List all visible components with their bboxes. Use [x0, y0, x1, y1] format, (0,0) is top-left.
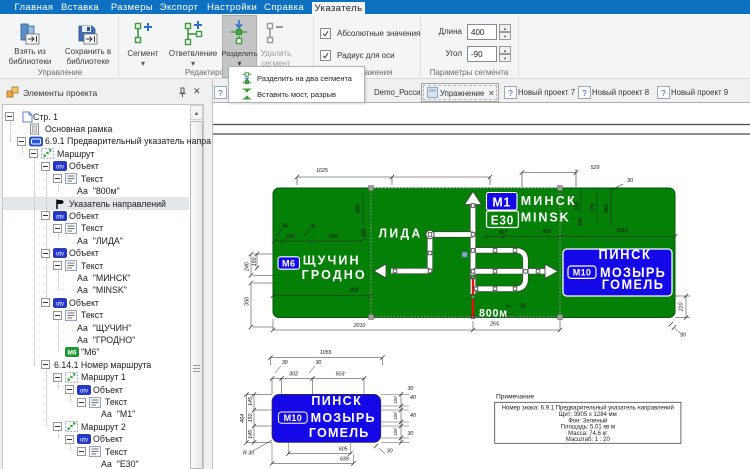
- svg-text:242: 242: [285, 234, 295, 240]
- svg-text:otv: otv: [56, 164, 64, 170]
- svg-text:Фон: Зеленый: Фон: Зеленый: [568, 417, 607, 424]
- svg-text:otv: otv: [80, 438, 88, 444]
- svg-text:otv: otv: [56, 214, 64, 220]
- svg-text:469: 469: [542, 229, 551, 235]
- svg-text:ГОМЕЛЬ: ГОМЕЛЬ: [602, 277, 665, 292]
- svg-text:30: 30: [310, 224, 316, 230]
- svg-text:464: 464: [240, 414, 246, 423]
- svg-text:357: 357: [498, 230, 508, 236]
- svg-text:100: 100: [361, 229, 367, 238]
- svg-text:МИНСК: МИНСК: [521, 193, 577, 208]
- svg-text:M1: M1: [492, 195, 511, 209]
- svg-text:605: 605: [339, 447, 348, 453]
- svg-text:100: 100: [393, 412, 398, 420]
- svg-text:Примечание: Примечание: [496, 394, 534, 401]
- svg-text:145: 145: [248, 430, 254, 439]
- svg-text:ПИНСК: ПИНСК: [311, 393, 362, 408]
- svg-text:100: 100: [578, 218, 584, 227]
- svg-text:40: 40: [410, 395, 416, 401]
- svg-text:30: 30: [387, 449, 393, 455]
- svg-text:М10: М10: [284, 413, 302, 423]
- svg-text:Площадь: 5.01 кв м: Площадь: 5.01 кв м: [561, 425, 615, 431]
- svg-text:otv: otv: [56, 251, 64, 257]
- svg-text:400: 400: [356, 205, 362, 214]
- svg-text:ГРОДНО: ГРОДНО: [302, 267, 367, 282]
- svg-text:30: 30: [680, 333, 686, 339]
- svg-text:Масштаб: 1 : 20: Масштаб: 1 : 20: [566, 437, 611, 443]
- svg-text:100: 100: [393, 396, 398, 404]
- svg-text:968: 968: [350, 288, 359, 294]
- svg-text:150: 150: [248, 414, 254, 423]
- svg-text:ГОМЕЛЬ: ГОМЕЛЬ: [309, 425, 370, 440]
- svg-text:Щит: 3905 x 1284 мм: Щит: 3905 x 1284 мм: [559, 412, 617, 418]
- svg-text:380: 380: [604, 205, 610, 214]
- svg-text:M6: M6: [67, 350, 76, 357]
- svg-text:Масса: 74.6 кг: Масса: 74.6 кг: [568, 431, 608, 437]
- svg-text:30: 30: [627, 178, 633, 184]
- svg-text:30: 30: [407, 386, 413, 392]
- svg-text:E30: E30: [491, 213, 514, 227]
- svg-text:30: 30: [407, 431, 413, 437]
- svg-text:М6: М6: [282, 258, 295, 268]
- svg-text:1055: 1055: [320, 350, 332, 356]
- svg-text:МОЗЫРЬ: МОЗЫРЬ: [311, 409, 376, 424]
- svg-text:otv: otv: [56, 301, 64, 307]
- svg-text:530: 530: [329, 234, 338, 240]
- svg-text:150: 150: [252, 257, 258, 266]
- svg-text:270: 270: [590, 204, 596, 214]
- svg-text:R 30: R 30: [243, 451, 254, 457]
- svg-text:Номер знака: 6.9.1 Предварител: Номер знака: 6.9.1 Предварительный указа…: [502, 405, 674, 412]
- svg-text:otv: otv: [80, 388, 88, 394]
- svg-text:529: 529: [591, 165, 600, 171]
- svg-text:503: 503: [336, 372, 345, 378]
- svg-text:ЩУЧИН: ЩУЧИН: [303, 252, 361, 267]
- svg-text:30: 30: [282, 224, 288, 230]
- svg-text:30: 30: [520, 304, 526, 310]
- svg-text:2010: 2010: [353, 323, 366, 329]
- svg-text:302: 302: [289, 372, 298, 378]
- svg-text:350: 350: [244, 297, 250, 306]
- svg-text:1025: 1025: [316, 168, 328, 174]
- svg-text:ПИНСК: ПИНСК: [599, 247, 652, 262]
- svg-text:М10: М10: [573, 267, 591, 277]
- svg-text:40: 40: [410, 413, 416, 419]
- svg-text:1010: 1010: [616, 228, 628, 234]
- svg-text:30: 30: [315, 360, 321, 366]
- svg-text:ЛИДА: ЛИДА: [379, 226, 423, 240]
- svg-text:210: 210: [678, 303, 684, 313]
- svg-text:30: 30: [282, 360, 288, 366]
- svg-text:800м: 800м: [479, 307, 508, 319]
- svg-text:639: 639: [340, 456, 349, 462]
- svg-text:145: 145: [248, 397, 254, 406]
- svg-text:240: 240: [244, 262, 250, 272]
- svg-text:265: 265: [489, 322, 499, 328]
- svg-text:MINSK: MINSK: [521, 209, 571, 224]
- svg-text:100: 100: [393, 428, 398, 436]
